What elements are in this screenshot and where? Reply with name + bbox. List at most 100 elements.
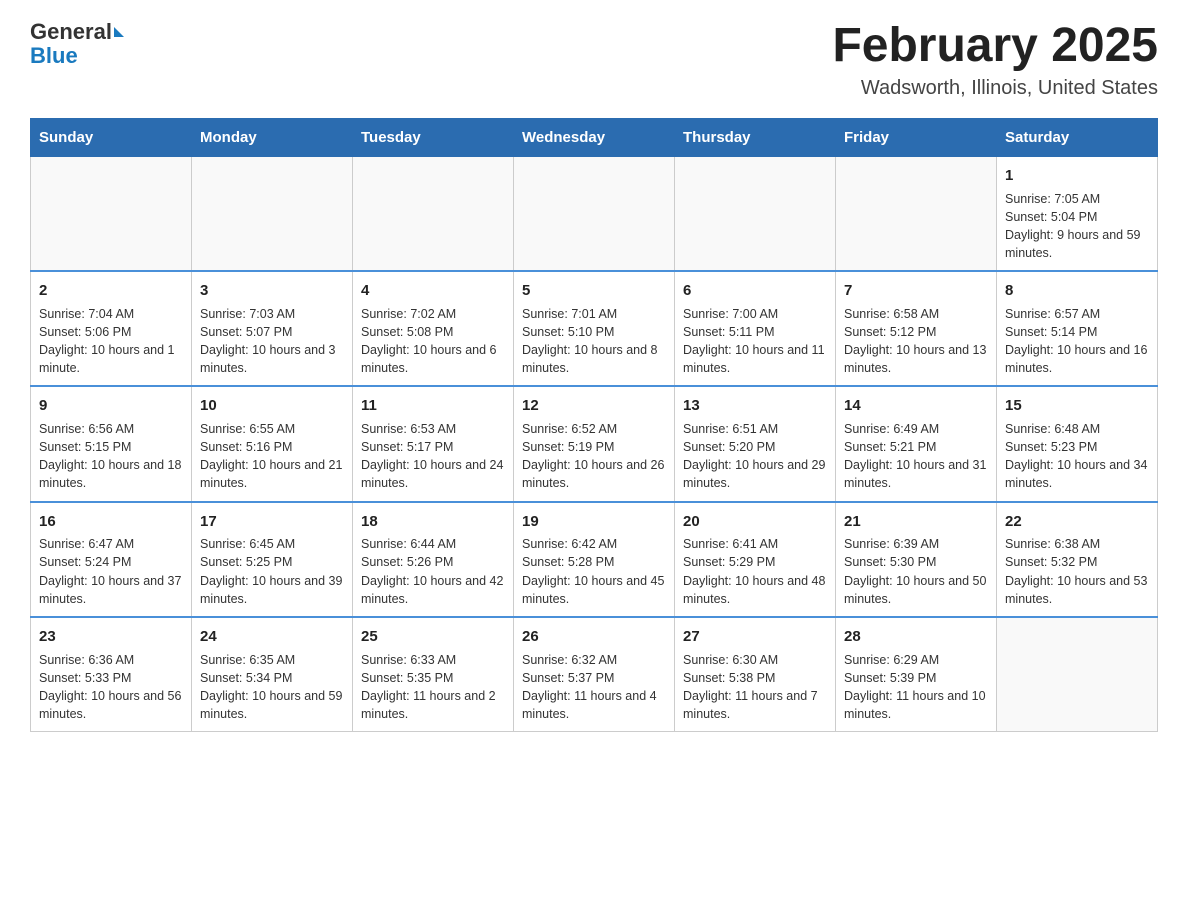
table-row: 5 Sunrise: 7:01 AMSunset: 5:10 PMDaylight… <box>514 271 675 386</box>
table-row: 1Sunrise: 7:05 AMSunset: 5:04 PMDaylight… <box>997 156 1158 271</box>
col-wednesday: Wednesday <box>514 118 675 156</box>
day-info: Sunrise: 6:45 AMSunset: 5:25 PMDaylight:… <box>200 535 344 608</box>
day-number: 19 <box>522 511 666 533</box>
table-row: 2 Sunrise: 7:04 AMSunset: 5:06 PMDaylight… <box>31 271 192 386</box>
calendar-week-row: 16Sunrise: 6:47 AMSunset: 5:24 PMDayligh… <box>31 502 1158 617</box>
month-title: February 2025 <box>832 20 1158 73</box>
table-row: 23Sunrise: 6:36 AMSunset: 5:33 PMDayligh… <box>31 617 192 732</box>
day-info: Sunrise: 6:42 AMSunset: 5:28 PMDaylight:… <box>522 535 666 608</box>
col-saturday: Saturday <box>997 118 1158 156</box>
day-number: 14 <box>844 395 988 417</box>
day-number: 17 <box>200 511 344 533</box>
calendar-week-row: 23Sunrise: 6:36 AMSunset: 5:33 PMDayligh… <box>31 617 1158 732</box>
table-row: 24 Sunrise: 6:35 AMSunset: 5:34 PMDayligh… <box>192 617 353 732</box>
table-row: 13Sunrise: 6:51 AMSunset: 5:20 PMDayligh… <box>675 386 836 501</box>
day-info: Sunrise: 6:36 AMSunset: 5:33 PMDaylight:… <box>39 651 183 724</box>
calendar-week-row: 1Sunrise: 7:05 AMSunset: 5:04 PMDaylight… <box>31 156 1158 271</box>
table-row: 7 Sunrise: 6:58 AMSunset: 5:12 PMDaylight… <box>836 271 997 386</box>
table-row <box>514 156 675 271</box>
day-number: 21 <box>844 511 988 533</box>
day-number: 6 <box>683 280 827 302</box>
day-info: Sunrise: 6:32 AMSunset: 5:37 PMDaylight:… <box>522 651 666 724</box>
day-number: 22 <box>1005 511 1149 533</box>
logo-blue-text: Blue <box>30 44 78 68</box>
day-info: Sunrise: 6:57 AMSunset: 5:14 PMDaylight:… <box>1005 305 1149 378</box>
table-row: 11 Sunrise: 6:53 AMSunset: 5:17 PMDayligh… <box>353 386 514 501</box>
day-number: 27 <box>683 626 827 648</box>
day-number: 24 <box>200 626 344 648</box>
day-number: 25 <box>361 626 505 648</box>
table-row: 4Sunrise: 7:02 AMSunset: 5:08 PMDaylight… <box>353 271 514 386</box>
day-number: 28 <box>844 626 988 648</box>
day-number: 18 <box>361 511 505 533</box>
day-info: Sunrise: 6:35 AMSunset: 5:34 PMDaylight:… <box>200 651 344 724</box>
col-tuesday: Tuesday <box>353 118 514 156</box>
day-info: Sunrise: 7:05 AMSunset: 5:04 PMDaylight:… <box>1005 190 1149 263</box>
table-row: 18Sunrise: 6:44 AMSunset: 5:26 PMDayligh… <box>353 502 514 617</box>
day-info: Sunrise: 6:52 AMSunset: 5:19 PMDaylight:… <box>522 420 666 493</box>
day-info: Sunrise: 6:44 AMSunset: 5:26 PMDaylight:… <box>361 535 505 608</box>
day-number: 5 <box>522 280 666 302</box>
day-info: Sunrise: 6:41 AMSunset: 5:29 PMDaylight:… <box>683 535 827 608</box>
table-row: 16Sunrise: 6:47 AMSunset: 5:24 PMDayligh… <box>31 502 192 617</box>
col-monday: Monday <box>192 118 353 156</box>
day-number: 20 <box>683 511 827 533</box>
table-row: 28 Sunrise: 6:29 AMSunset: 5:39 PMDayligh… <box>836 617 997 732</box>
table-row <box>675 156 836 271</box>
day-number: 9 <box>39 395 183 417</box>
day-info: Sunrise: 6:56 AMSunset: 5:15 PMDaylight:… <box>39 420 183 493</box>
day-info: Sunrise: 7:01 AMSunset: 5:10 PMDaylight:… <box>522 305 666 378</box>
day-info: Sunrise: 6:38 AMSunset: 5:32 PMDaylight:… <box>1005 535 1149 608</box>
calendar-week-row: 2 Sunrise: 7:04 AMSunset: 5:06 PMDaylight… <box>31 271 1158 386</box>
day-info: Sunrise: 6:29 AMSunset: 5:39 PMDaylight:… <box>844 651 988 724</box>
day-number: 26 <box>522 626 666 648</box>
day-number: 15 <box>1005 395 1149 417</box>
day-number: 10 <box>200 395 344 417</box>
table-row: 14 Sunrise: 6:49 AMSunset: 5:21 PMDayligh… <box>836 386 997 501</box>
table-row: 12 Sunrise: 6:52 AMSunset: 5:19 PMDayligh… <box>514 386 675 501</box>
table-row <box>836 156 997 271</box>
day-number: 12 <box>522 395 666 417</box>
day-info: Sunrise: 6:51 AMSunset: 5:20 PMDaylight:… <box>683 420 827 493</box>
day-info: Sunrise: 6:30 AMSunset: 5:38 PMDaylight:… <box>683 651 827 724</box>
table-row: 25 Sunrise: 6:33 AMSunset: 5:35 PMDayligh… <box>353 617 514 732</box>
day-info: Sunrise: 7:00 AMSunset: 5:11 PMDaylight:… <box>683 305 827 378</box>
day-info: Sunrise: 6:48 AMSunset: 5:23 PMDaylight:… <box>1005 420 1149 493</box>
table-row: 3 Sunrise: 7:03 AMSunset: 5:07 PMDaylight… <box>192 271 353 386</box>
table-row: 21Sunrise: 6:39 AMSunset: 5:30 PMDayligh… <box>836 502 997 617</box>
day-info: Sunrise: 6:33 AMSunset: 5:35 PMDaylight:… <box>361 651 505 724</box>
table-row: 27 Sunrise: 6:30 AMSunset: 5:38 PMDayligh… <box>675 617 836 732</box>
calendar-title-area: February 2025 Wadsworth, Illinois, Unite… <box>832 20 1158 100</box>
day-number: 11 <box>361 395 505 417</box>
location-title: Wadsworth, Illinois, United States <box>832 77 1158 100</box>
table-row <box>353 156 514 271</box>
table-row: 8 Sunrise: 6:57 AMSunset: 5:14 PMDaylight… <box>997 271 1158 386</box>
day-info: Sunrise: 6:49 AMSunset: 5:21 PMDaylight:… <box>844 420 988 493</box>
table-row: 17Sunrise: 6:45 AMSunset: 5:25 PMDayligh… <box>192 502 353 617</box>
day-info: Sunrise: 7:03 AMSunset: 5:07 PMDaylight:… <box>200 305 344 378</box>
page-header: General Blue February 2025 Wadsworth, Il… <box>30 20 1158 100</box>
table-row: 9 Sunrise: 6:56 AMSunset: 5:15 PMDaylight… <box>31 386 192 501</box>
table-row: 22Sunrise: 6:38 AMSunset: 5:32 PMDayligh… <box>997 502 1158 617</box>
table-row: 20Sunrise: 6:41 AMSunset: 5:29 PMDayligh… <box>675 502 836 617</box>
day-info: Sunrise: 6:47 AMSunset: 5:24 PMDaylight:… <box>39 535 183 608</box>
table-row: 15 Sunrise: 6:48 AMSunset: 5:23 PMDayligh… <box>997 386 1158 501</box>
table-row: 10Sunrise: 6:55 AMSunset: 5:16 PMDayligh… <box>192 386 353 501</box>
day-number: 16 <box>39 511 183 533</box>
day-number: 2 <box>39 280 183 302</box>
day-number: 3 <box>200 280 344 302</box>
table-row <box>192 156 353 271</box>
day-number: 8 <box>1005 280 1149 302</box>
col-thursday: Thursday <box>675 118 836 156</box>
calendar-week-row: 9 Sunrise: 6:56 AMSunset: 5:15 PMDaylight… <box>31 386 1158 501</box>
logo-triangle-icon <box>114 27 124 37</box>
col-sunday: Sunday <box>31 118 192 156</box>
table-row: 6 Sunrise: 7:00 AMSunset: 5:11 PMDaylight… <box>675 271 836 386</box>
day-info: Sunrise: 6:58 AMSunset: 5:12 PMDaylight:… <box>844 305 988 378</box>
day-number: 7 <box>844 280 988 302</box>
day-info: Sunrise: 6:53 AMSunset: 5:17 PMDaylight:… <box>361 420 505 493</box>
day-info: Sunrise: 7:04 AMSunset: 5:06 PMDaylight:… <box>39 305 183 378</box>
table-row <box>997 617 1158 732</box>
calendar-table: Sunday Monday Tuesday Wednesday Thursday… <box>30 118 1158 732</box>
table-row: 19Sunrise: 6:42 AMSunset: 5:28 PMDayligh… <box>514 502 675 617</box>
